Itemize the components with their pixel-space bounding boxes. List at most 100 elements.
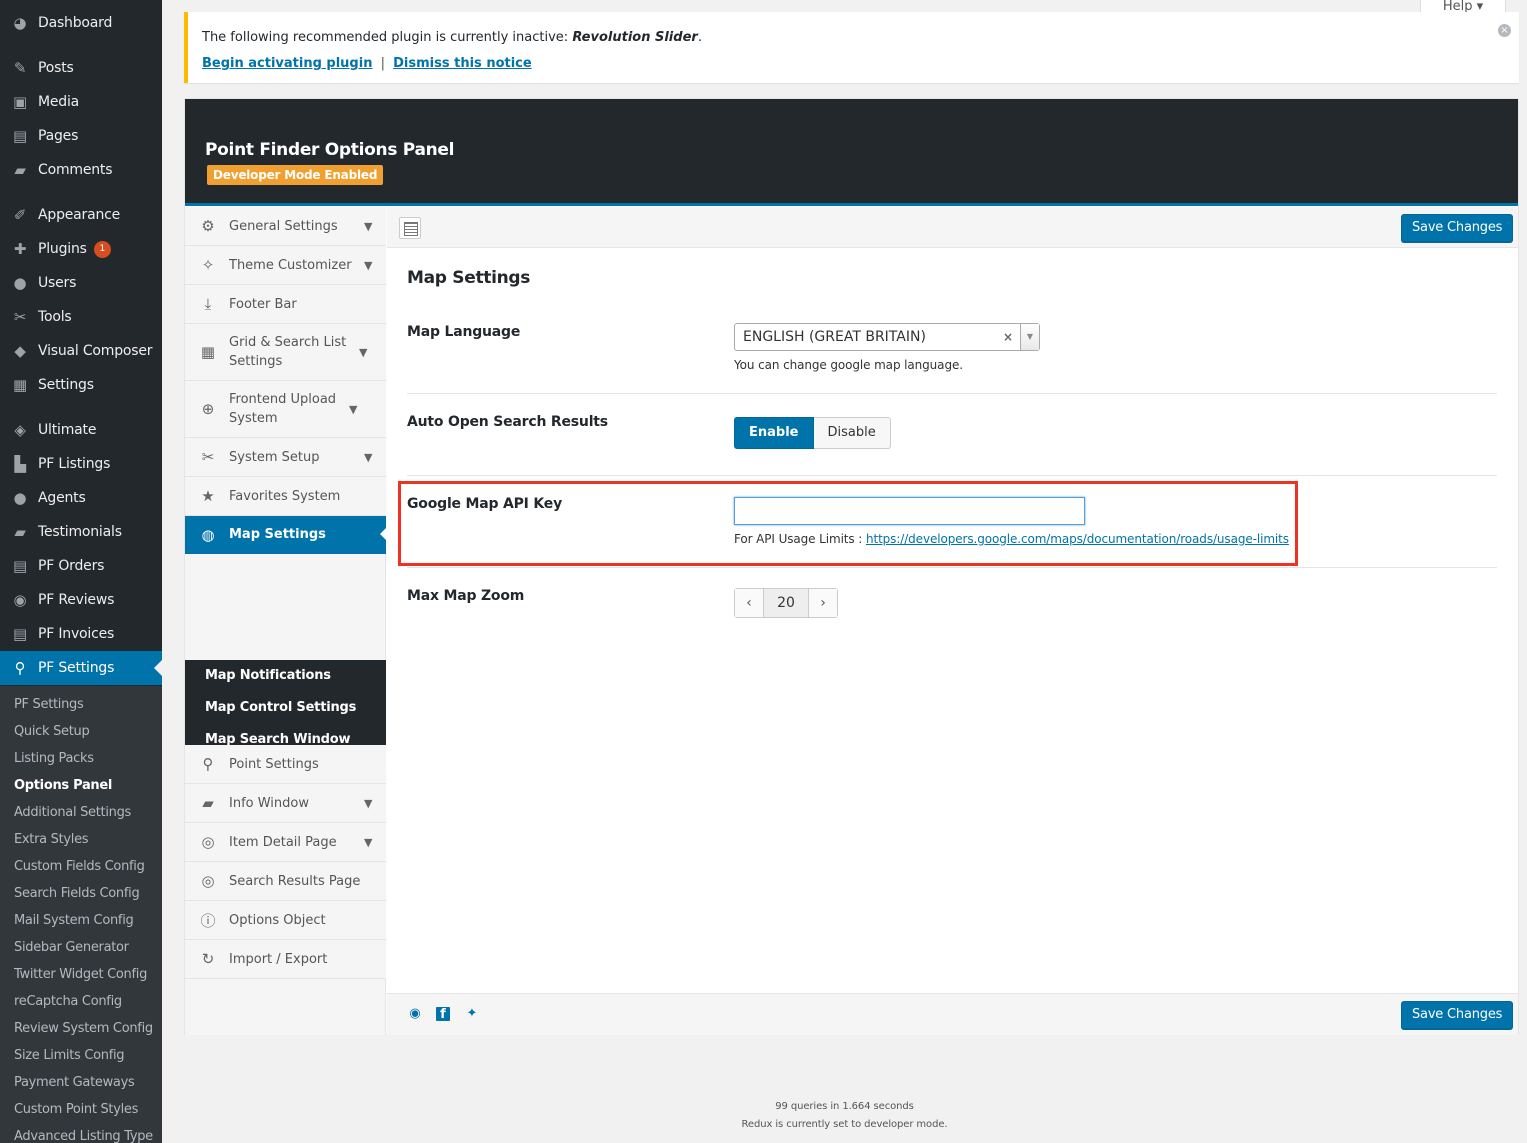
submenu-item-payment-gateways[interactable]: Payment Gateways: [14, 1075, 135, 1090]
wrench-icon: ✂: [13, 308, 27, 326]
menu-item-media[interactable]: ▣ Media: [0, 85, 162, 119]
pages-icon: ▤: [13, 127, 27, 145]
submenu-item-sidebar-generator[interactable]: Sidebar Generator: [14, 940, 129, 955]
shield-icon: ◈: [14, 421, 26, 439]
submenu-item-custom-fields-config[interactable]: Custom Fields Config: [14, 859, 145, 874]
submenu-item-additional-settings[interactable]: Additional Settings: [14, 805, 131, 820]
menu-item-settings[interactable]: ▦ Settings: [0, 368, 162, 402]
usage-limits-link[interactable]: https://developers.google.com/maps/docum…: [866, 532, 1289, 546]
chevron-down-icon[interactable]: ▼: [364, 836, 376, 849]
nav-item-search-results-page[interactable]: ◎ Search Results Page: [185, 862, 386, 901]
chevron-down-icon[interactable]: ▼: [364, 220, 376, 233]
grid-icon: ▦: [200, 343, 216, 361]
submenu-item-quick-setup[interactable]: Quick Setup: [14, 724, 90, 739]
submenu-item-twitter-widget-config[interactable]: Twitter Widget Config: [14, 967, 147, 982]
menu-item-posts[interactable]: ✎ Posts: [0, 51, 162, 85]
menu-item-pf-reviews[interactable]: ◉ PF Reviews: [0, 583, 162, 617]
options-nav: Map Notifications Map Control Settings Map…: [185, 207, 399, 1035]
chevron-down-icon[interactable]: ▼: [364, 259, 376, 272]
subnav-item-map-control-settings[interactable]: Map Control Settings: [205, 700, 356, 715]
menu-item-agents[interactable]: ● Agents: [0, 481, 162, 515]
submenu-item-custom-point-styles[interactable]: Custom Point Styles: [14, 1102, 138, 1117]
nav-item-theme-customizer[interactable]: ✧ Theme Customizer ▼: [185, 246, 386, 285]
menu-item-label: PF Listings: [38, 456, 111, 472]
submenu-item-review-system-config[interactable]: Review System Config: [14, 1021, 153, 1036]
save-changes-button-top[interactable]: Save Changes: [1401, 214, 1514, 242]
menu-item-comments[interactable]: ▰ Comments: [0, 153, 162, 187]
nav-item-info-window[interactable]: ▰ Info Window ▼: [185, 784, 386, 823]
row-divider: [407, 393, 1497, 394]
menu-item-label: PF Settings: [38, 660, 115, 676]
query-info: 99 queries in 1.664 seconds: [775, 1101, 914, 1112]
clear-icon[interactable]: ×: [1003, 324, 1013, 350]
submenu-item-pf-settings[interactable]: PF Settings: [14, 697, 84, 712]
search-circle-icon: ◎: [201, 872, 215, 890]
dropdown-arrow-icon[interactable]: ▼: [1020, 324, 1039, 350]
upload-circle-icon: ⊕: [201, 400, 215, 418]
expand-options-icon[interactable]: [399, 217, 421, 239]
menu-item-pf-settings[interactable]: ⚲ PF Settings: [0, 651, 162, 685]
api-key-input[interactable]: [734, 497, 1085, 525]
submenu-item-mail-system-config[interactable]: Mail System Config: [14, 913, 134, 928]
submenu-item-advanced-listing-type[interactable]: Advanced Listing Type: [14, 1129, 153, 1143]
menu-item-pf-invoices[interactable]: ▤ PF Invoices: [0, 617, 162, 651]
github-icon[interactable]: ◉: [407, 1006, 423, 1022]
nav-item-frontend-upload-system[interactable]: ⊕ Frontend Upload System ▼: [185, 381, 386, 438]
update-count-badge: 1: [93, 240, 111, 258]
submenu-item-size-limits-config[interactable]: Size Limits Config: [14, 1048, 125, 1063]
chevron-down-icon[interactable]: ▼: [364, 797, 376, 810]
submenu-item-recaptcha-config[interactable]: reCaptcha Config: [14, 994, 122, 1009]
submenu-item-options-panel[interactable]: Options Panel: [14, 778, 112, 793]
top-action-bar: Save Changes: [387, 207, 1518, 248]
menu-item-pf-listings[interactable]: ▙ PF Listings: [0, 447, 162, 481]
nav-item-footer-bar[interactable]: ⤓ Footer Bar: [185, 285, 386, 324]
settings-icon: ▦: [13, 376, 27, 394]
nav-item-map-settings[interactable]: ◍ Map Settings: [185, 516, 387, 554]
menu-item-testimonials[interactable]: ▰ Testimonials: [0, 515, 162, 549]
menu-item-label: Agents: [38, 490, 86, 506]
submenu-item-listing-packs[interactable]: Listing Packs: [14, 751, 94, 766]
testimonial-icon: ▰: [14, 523, 26, 541]
begin-activating-link[interactable]: Begin activating plugin: [202, 56, 372, 71]
max-zoom-value[interactable]: 20: [763, 589, 809, 617]
menu-item-ultimate[interactable]: ◈ Ultimate: [0, 413, 162, 447]
close-icon[interactable]: ×: [1498, 24, 1511, 37]
menu-item-plugins[interactable]: ✚ Plugins 1: [0, 232, 162, 266]
menu-item-visual-composer[interactable]: ◆ Visual Composer: [0, 334, 162, 368]
submenu-item-search-fields-config[interactable]: Search Fields Config: [14, 886, 140, 901]
nav-item-item-detail-page[interactable]: ◎ Item Detail Page ▼: [185, 823, 386, 862]
speech-bubble-icon: ▰: [202, 794, 214, 812]
api-key-label: Google Map API Key: [407, 496, 562, 512]
nav-item-grid-search-list-settings[interactable]: ▦ Grid & Search List Settings ▼: [185, 324, 386, 381]
nav-item-favorites-system[interactable]: ★ Favorites System: [185, 477, 386, 516]
menu-item-tools[interactable]: ✂ Tools: [0, 300, 162, 334]
map-language-select[interactable]: ENGLISH (GREAT BRITAIN) × ▼: [734, 323, 1040, 351]
enable-button[interactable]: Enable: [734, 417, 814, 449]
menu-item-appearance[interactable]: ✐ Appearance: [0, 198, 162, 232]
facebook-icon[interactable]: f: [436, 1007, 450, 1022]
disable-button[interactable]: Disable: [813, 417, 891, 449]
row-divider: [407, 567, 1497, 568]
menu-item-pf-orders[interactable]: ▤ PF Orders: [0, 549, 162, 583]
menu-item-pages[interactable]: ▤ Pages: [0, 119, 162, 153]
subnav-item-map-notifications[interactable]: Map Notifications: [205, 668, 331, 683]
nav-item-general-settings[interactable]: ⚙ General Settings ▼: [185, 207, 386, 246]
nav-item-options-object[interactable]: ⓘ Options Object: [185, 901, 386, 940]
menu-item-users[interactable]: ● Users: [0, 266, 162, 300]
chevron-down-icon[interactable]: ▼: [359, 346, 371, 359]
submenu-item-extra-styles[interactable]: Extra Styles: [14, 832, 89, 847]
max-zoom-spinner: ‹ 20 ›: [734, 588, 838, 618]
chevron-down-icon[interactable]: ▼: [364, 451, 376, 464]
save-changes-button-bottom[interactable]: Save Changes: [1401, 1001, 1514, 1029]
twitter-icon[interactable]: ✦: [464, 1006, 480, 1022]
menu-item-label: Users: [38, 275, 77, 291]
increment-icon[interactable]: ›: [809, 589, 837, 617]
nav-item-point-settings[interactable]: ⚲ Point Settings: [185, 745, 386, 784]
nav-item-system-setup[interactable]: ✂ System Setup ▼: [185, 438, 386, 477]
dismiss-notice-link[interactable]: Dismiss this notice: [393, 56, 532, 71]
chevron-down-icon[interactable]: ▼: [349, 403, 361, 416]
options-main: Save Changes Map Settings Map Language E…: [387, 207, 1518, 993]
nav-item-import-export[interactable]: ↻ Import / Export: [185, 940, 386, 979]
decrement-icon[interactable]: ‹: [735, 589, 763, 617]
menu-item-dashboard[interactable]: ◕ Dashboard: [0, 6, 162, 40]
